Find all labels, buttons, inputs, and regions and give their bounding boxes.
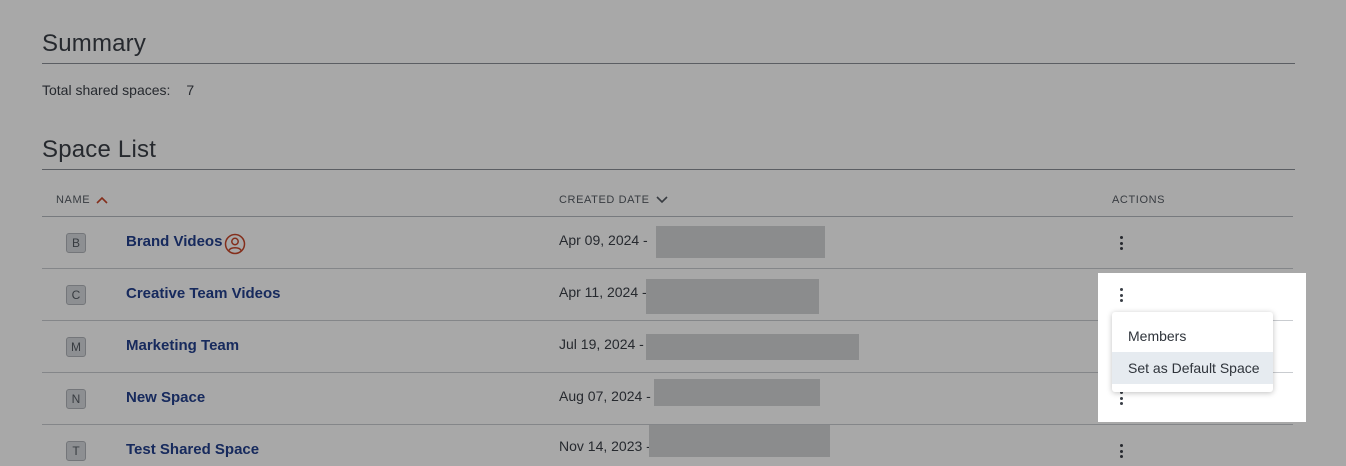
actions-context-menu: Members Set as Default Space [1112, 312, 1273, 392]
kebab-menu-icon[interactable] [1114, 284, 1128, 306]
menu-item-members[interactable]: Members [1112, 320, 1273, 352]
menu-item-set-default-space[interactable]: Set as Default Space [1112, 352, 1273, 384]
